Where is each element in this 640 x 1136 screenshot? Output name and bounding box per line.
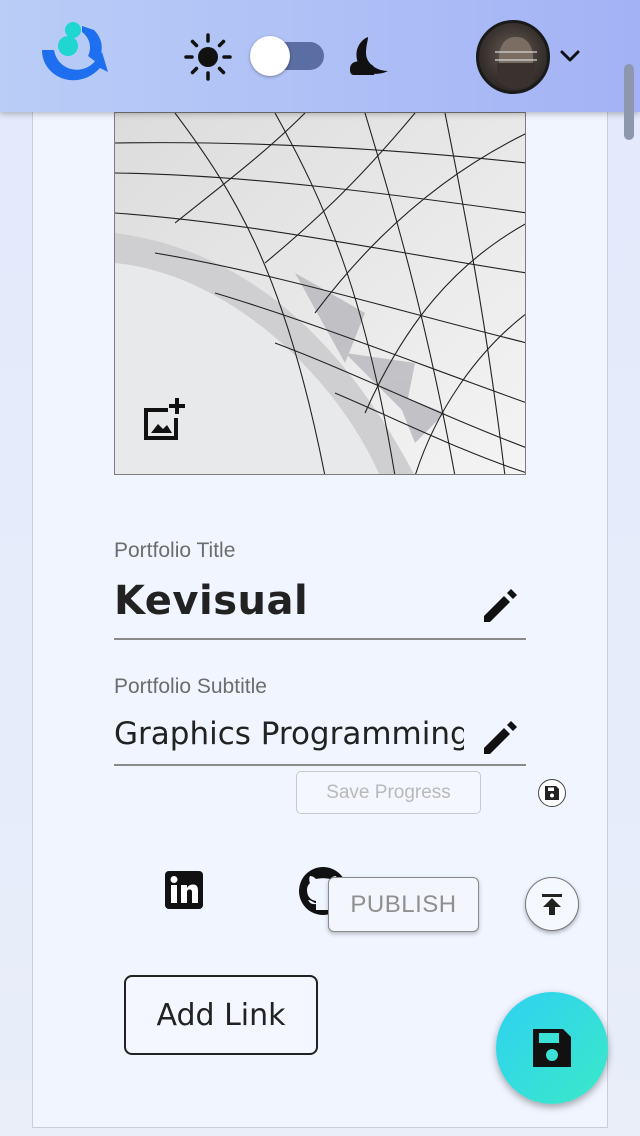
avatar-beard: [497, 63, 535, 89]
save-icon: [533, 1029, 571, 1067]
title-field[interactable]: Kevisual: [114, 578, 308, 624]
vertical-align-top-icon: [542, 894, 562, 915]
title-field-label: Portfolio Title: [114, 539, 236, 562]
subtitle-underline: [114, 764, 526, 766]
chevron-down-icon[interactable]: [558, 44, 582, 68]
save-progress-button[interactable]: Save Progress: [296, 771, 481, 814]
pencil-icon[interactable]: [480, 714, 524, 758]
scrollbar[interactable]: [624, 64, 634, 140]
theme-toggle[interactable]: [250, 36, 326, 76]
title-underline: [114, 638, 526, 640]
avatar-glasses: [495, 51, 537, 61]
linkedin-icon[interactable]: [164, 870, 204, 910]
subtitle-field[interactable]: Graphics Programming: [114, 716, 464, 752]
app-logo-icon[interactable]: [38, 20, 110, 92]
upload-to-top-button[interactable]: [525, 877, 579, 931]
save-fab-button[interactable]: [496, 992, 608, 1104]
add-photo-icon[interactable]: [140, 396, 188, 444]
app-header: [0, 0, 640, 112]
pencil-icon[interactable]: [480, 582, 524, 626]
avatar[interactable]: [476, 20, 550, 94]
publish-button[interactable]: PUBLISH: [328, 877, 479, 932]
add-link-button[interactable]: Add Link: [124, 975, 318, 1055]
subtitle-field-label: Portfolio Subtitle: [114, 675, 267, 698]
save-icon[interactable]: [538, 779, 566, 807]
sun-icon[interactable]: [184, 33, 232, 81]
toggle-thumb[interactable]: [250, 36, 290, 76]
moon-icon[interactable]: [346, 33, 392, 79]
